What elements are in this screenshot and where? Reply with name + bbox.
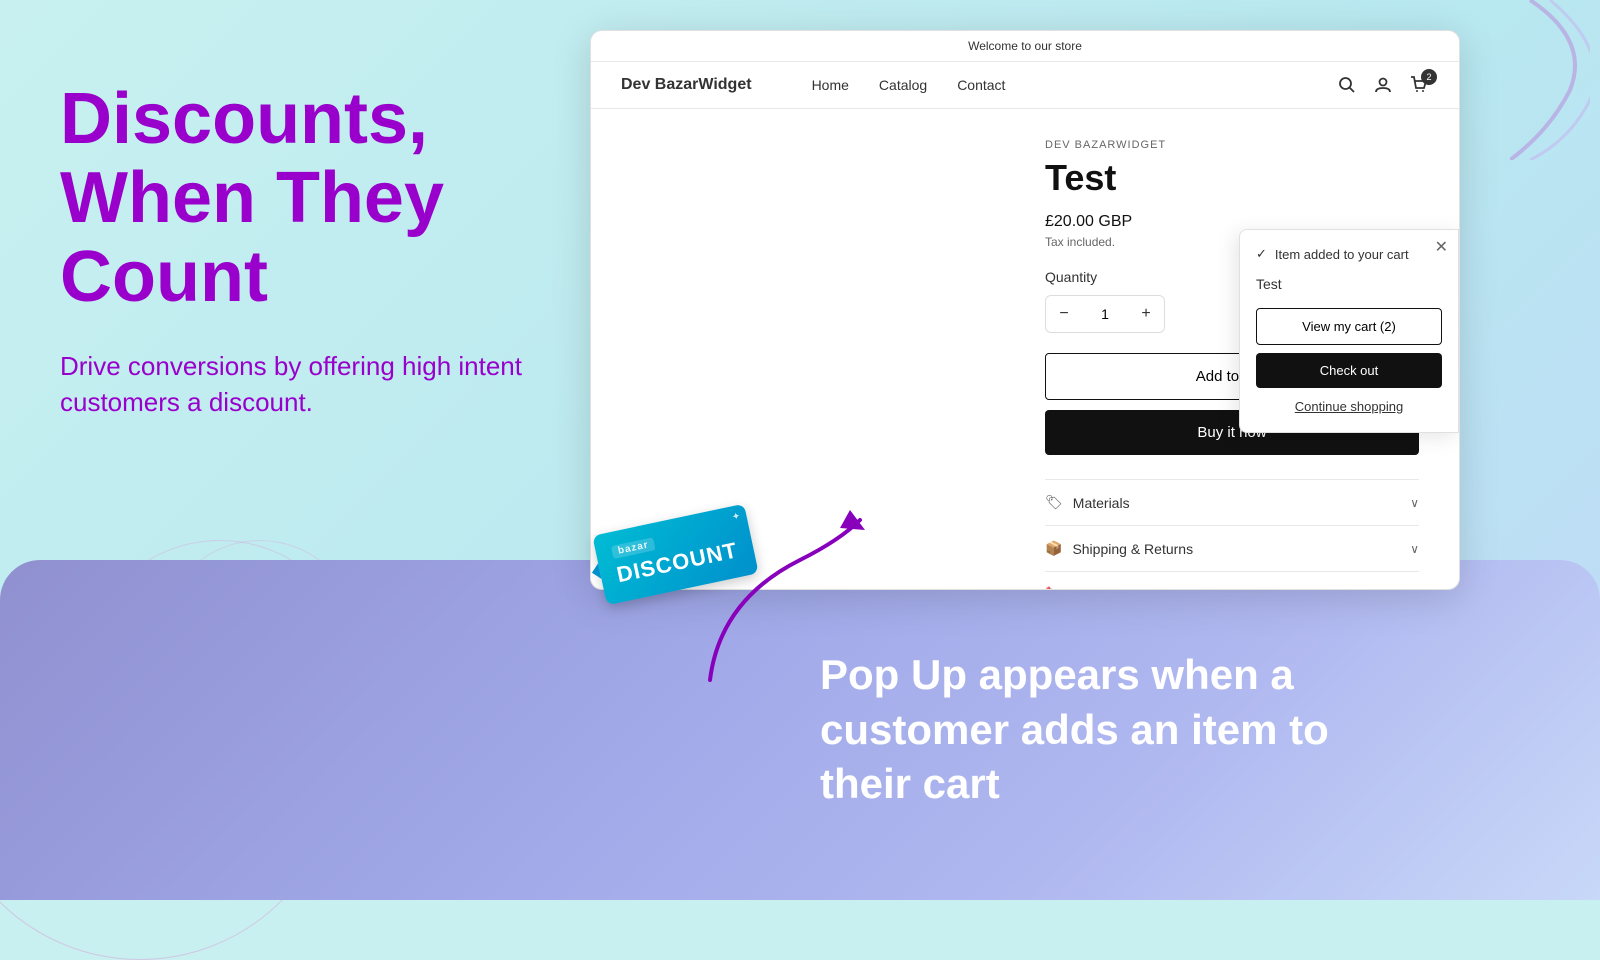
quantity-value: 1: [1082, 306, 1128, 322]
product-brand: DEV BAZARWIDGET: [1045, 139, 1419, 151]
accordion-materials[interactable]: 🏷 Materials ∨: [1045, 479, 1419, 525]
continue-shopping-button[interactable]: Continue shopping: [1256, 399, 1442, 414]
quantity-increase-button[interactable]: +: [1128, 296, 1164, 332]
nav-home[interactable]: Home: [812, 77, 849, 93]
nav-contact[interactable]: Contact: [957, 77, 1005, 93]
product-title: Test: [1045, 157, 1419, 199]
chevron-down-icon: ∨: [1410, 496, 1419, 510]
quantity-selector: − 1 +: [1045, 295, 1165, 333]
accordion-list: 🏷 Materials ∨ 📦 Shipping & Returns ∨ ✏️: [1045, 479, 1419, 590]
accordion-materials-label: Materials: [1073, 495, 1130, 511]
badge-star-icon: ✦: [731, 511, 741, 524]
announcement-text: Welcome to our store: [968, 39, 1082, 53]
cart-count: 2: [1421, 69, 1437, 85]
accordion-dimensions-label: Dimensions: [1072, 587, 1145, 591]
deco-swoosh: [1510, 0, 1590, 160]
store-logo: Dev BazarWidget: [621, 76, 752, 94]
shipping-icon: 📦: [1045, 540, 1062, 557]
search-icon[interactable]: [1337, 75, 1357, 95]
quantity-decrease-button[interactable]: −: [1046, 296, 1082, 332]
check-icon: ✓: [1256, 246, 1267, 262]
store-window: Welcome to our store Dev BazarWidget Hom…: [590, 30, 1460, 590]
cart-icon[interactable]: 2: [1409, 75, 1429, 95]
dimensions-icon: ✏️: [1045, 586, 1062, 590]
view-cart-button[interactable]: View my cart (2): [1256, 308, 1442, 345]
headline: Discounts, When They Count: [60, 80, 620, 318]
cart-popup: ✕ ✓ Item added to your cart Test View my…: [1239, 229, 1459, 433]
bottom-text: Pop Up appears when a customer adds an i…: [820, 648, 1420, 812]
bottom-section: Pop Up appears when a customer adds an i…: [0, 560, 1600, 900]
accordion-shipping-label: Shipping & Returns: [1072, 541, 1193, 557]
popup-header: ✓ Item added to your cart: [1256, 246, 1442, 262]
announcement-bar: Welcome to our store: [591, 31, 1459, 62]
left-content: Discounts, When They Count Drive convers…: [60, 80, 620, 420]
nav-catalog[interactable]: Catalog: [879, 77, 927, 93]
accordion-dimensions[interactable]: ✏️ Dimensions ∨: [1045, 571, 1419, 590]
chevron-down-icon-2: ∨: [1410, 542, 1419, 556]
popup-item-name: Test: [1256, 276, 1442, 292]
popup-close-button[interactable]: ✕: [1435, 240, 1448, 256]
checkout-button[interactable]: Check out: [1256, 353, 1442, 388]
popup-header-text: Item added to your cart: [1275, 247, 1409, 262]
account-icon[interactable]: [1373, 75, 1393, 95]
header-icons: 2: [1337, 75, 1429, 95]
subtext: Drive conversions by offering high inten…: [60, 348, 620, 421]
store-nav: Home Catalog Contact: [812, 77, 1006, 93]
store-header: Dev BazarWidget Home Catalog Contact: [591, 62, 1459, 109]
chevron-down-icon-3: ∨: [1410, 588, 1419, 591]
materials-icon: 🏷: [1045, 494, 1063, 511]
accordion-shipping[interactable]: 📦 Shipping & Returns ∨: [1045, 525, 1419, 571]
